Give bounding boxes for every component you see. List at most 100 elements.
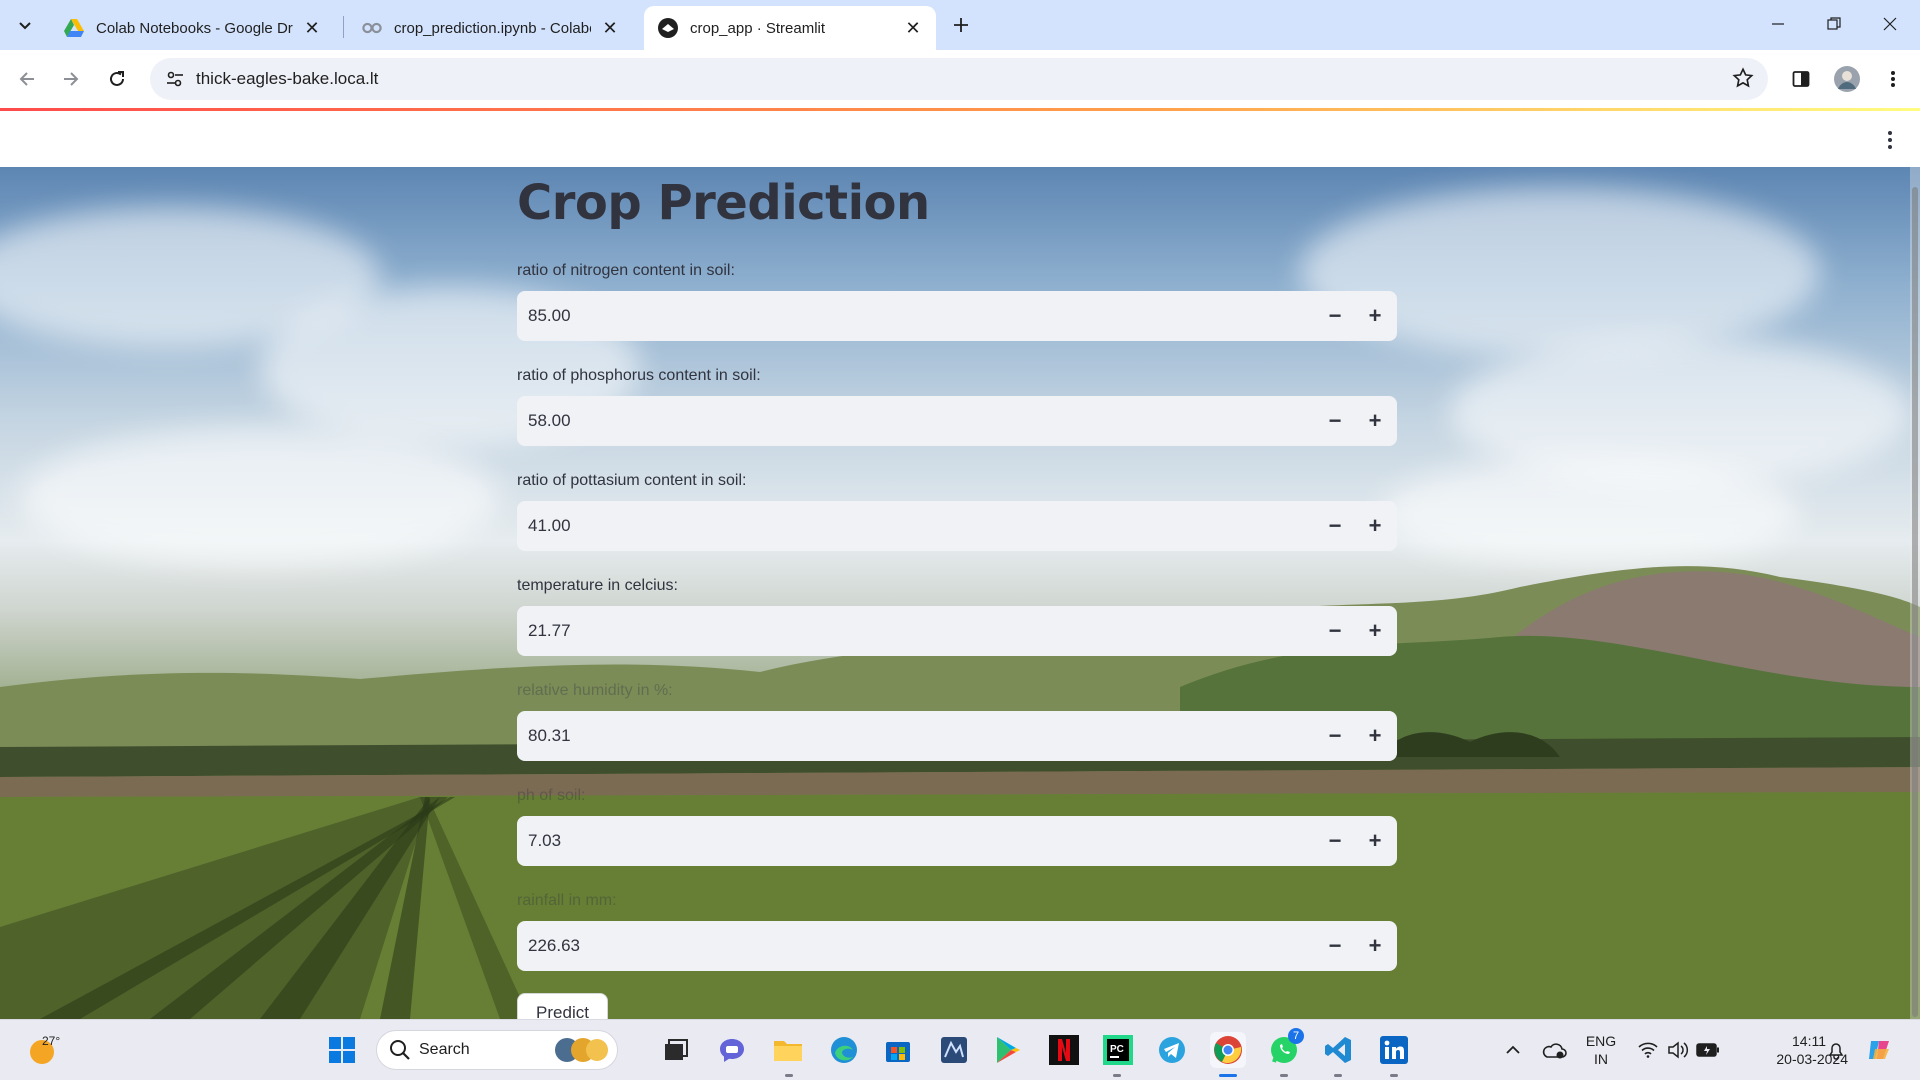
browser-menu-button[interactable] bbox=[1874, 60, 1912, 98]
vscode-button[interactable] bbox=[1320, 1032, 1356, 1068]
ph-decrement-button[interactable]: − bbox=[1315, 816, 1355, 866]
temperature-value[interactable]: 21.77 bbox=[517, 621, 1315, 641]
nitrogen-label: ratio of nitrogen content in soil: bbox=[517, 262, 735, 279]
rainfall-decrement-button[interactable]: − bbox=[1315, 921, 1355, 971]
restore-button[interactable] bbox=[1806, 0, 1862, 48]
back-button[interactable] bbox=[8, 60, 46, 98]
close-window-button[interactable] bbox=[1862, 0, 1918, 48]
google-play-button[interactable] bbox=[990, 1032, 1026, 1068]
running-indicator bbox=[785, 1074, 793, 1077]
search-placeholder: Search bbox=[419, 1041, 470, 1058]
edge-button[interactable] bbox=[826, 1032, 862, 1068]
weather-widget[interactable]: 27° bbox=[26, 1032, 62, 1068]
site-info-icon[interactable] bbox=[154, 71, 196, 87]
phosphorus-label: ratio of phosphorus content in soil: bbox=[517, 367, 761, 384]
profile-avatar[interactable] bbox=[1828, 60, 1866, 98]
close-tab-icon[interactable]: ✕ bbox=[301, 17, 323, 39]
language-code: ENG bbox=[1585, 1033, 1617, 1049]
netflix-button[interactable] bbox=[1046, 1032, 1082, 1068]
bookmark-star-icon[interactable] bbox=[1732, 67, 1754, 94]
bell-snooze-icon bbox=[1828, 1043, 1844, 1060]
search-highlight-icon bbox=[555, 1038, 608, 1062]
region-code: IN bbox=[1594, 1051, 1608, 1067]
scrollbar-thumb[interactable] bbox=[1912, 187, 1918, 1017]
forward-button[interactable] bbox=[52, 60, 90, 98]
humidity-increment-button[interactable]: + bbox=[1355, 711, 1395, 761]
chrome-button[interactable] bbox=[1210, 1032, 1246, 1068]
edge-icon bbox=[831, 1037, 857, 1063]
pycharm-button[interactable]: PC bbox=[1100, 1032, 1136, 1068]
telegram-icon bbox=[1159, 1037, 1185, 1063]
active-app-indicator bbox=[1219, 1074, 1237, 1077]
task-view-button[interactable] bbox=[658, 1032, 694, 1068]
humidity-decrement-button[interactable]: − bbox=[1315, 711, 1355, 761]
copilot-button[interactable] bbox=[1862, 1032, 1898, 1068]
start-button[interactable] bbox=[324, 1032, 360, 1068]
taskbar-search[interactable]: Search bbox=[376, 1030, 618, 1070]
task-view-icon bbox=[665, 1039, 688, 1060]
running-indicator bbox=[1113, 1074, 1121, 1077]
show-hidden-icons-button[interactable] bbox=[1495, 1032, 1531, 1068]
ph-increment-button[interactable]: + bbox=[1355, 816, 1395, 866]
rainfall-value[interactable]: 226.63 bbox=[517, 936, 1315, 956]
phosphorus-increment-button[interactable]: + bbox=[1355, 396, 1395, 446]
restore-icon bbox=[1827, 17, 1841, 30]
google-play-icon bbox=[997, 1037, 1020, 1063]
minimize-button[interactable] bbox=[1750, 0, 1806, 48]
minimize-icon bbox=[1772, 23, 1784, 25]
reload-button[interactable] bbox=[98, 60, 136, 98]
new-tab-button[interactable] bbox=[944, 10, 978, 40]
tab-streamlit[interactable]: crop_app · Streamlit ✕ bbox=[644, 6, 936, 50]
potassium-decrement-button[interactable]: − bbox=[1315, 501, 1355, 551]
tab-google-drive[interactable]: Colab Notebooks - Google Drive ✕ bbox=[50, 6, 335, 50]
url-text: thick-eagles-bake.loca.lt bbox=[196, 69, 379, 88]
linkedin-button[interactable] bbox=[1376, 1032, 1412, 1068]
tab-title: crop_prediction.ipynb - Colaboratory bbox=[394, 19, 591, 37]
notifications-button[interactable] bbox=[1818, 1032, 1854, 1068]
whatsapp-button[interactable]: 7 bbox=[1266, 1028, 1304, 1068]
rainfall-increment-button[interactable]: + bbox=[1355, 921, 1395, 971]
phosphorus-value[interactable]: 58.00 bbox=[517, 411, 1315, 431]
google-drive-icon bbox=[64, 18, 84, 38]
ph-value[interactable]: 7.03 bbox=[517, 831, 1315, 851]
battery-status[interactable] bbox=[1690, 1032, 1726, 1068]
phosphorus-decrement-button[interactable]: − bbox=[1315, 396, 1355, 446]
close-tab-icon[interactable]: ✕ bbox=[599, 17, 621, 39]
onedrive-button[interactable] bbox=[1536, 1032, 1572, 1068]
onedrive-cloud-icon bbox=[1542, 1043, 1567, 1059]
temperature-decrement-button[interactable]: − bbox=[1315, 606, 1355, 656]
nitrogen-increment-button[interactable]: + bbox=[1355, 291, 1395, 341]
teams-chat-button[interactable] bbox=[714, 1032, 750, 1068]
close-icon bbox=[1883, 17, 1897, 31]
file-explorer-button[interactable] bbox=[770, 1032, 806, 1068]
language-indicator[interactable]: ENG IN bbox=[1580, 1032, 1622, 1068]
nitrogen-value[interactable]: 85.00 bbox=[517, 306, 1315, 326]
rainfall-input: 226.63 − + bbox=[517, 921, 1397, 971]
telegram-button[interactable] bbox=[1154, 1032, 1190, 1068]
microsoft-store-button[interactable] bbox=[880, 1032, 916, 1068]
windows-logo-icon bbox=[329, 1037, 355, 1063]
page-title: Crop Prediction bbox=[517, 175, 930, 231]
more-vertical-icon bbox=[1891, 71, 1895, 87]
close-tab-icon[interactable]: ✕ bbox=[902, 17, 924, 39]
arrow-left-icon bbox=[19, 72, 34, 86]
potassium-increment-button[interactable]: + bbox=[1355, 501, 1395, 551]
rainfall-label: rainfall in mm: bbox=[517, 892, 617, 909]
temperature-input: 21.77 − + bbox=[517, 606, 1397, 656]
tab-colab[interactable]: crop_prediction.ipynb - Colaboratory ✕ bbox=[348, 6, 633, 50]
humidity-value[interactable]: 80.31 bbox=[517, 726, 1315, 746]
address-bar[interactable]: thick-eagles-bake.loca.lt bbox=[150, 58, 1768, 100]
humidity-input: 80.31 − + bbox=[517, 711, 1397, 761]
menu-dot bbox=[1888, 138, 1892, 142]
tab-search-button[interactable] bbox=[8, 8, 42, 42]
side-panel-button[interactable] bbox=[1782, 60, 1820, 98]
page-scrollbar[interactable] bbox=[1910, 167, 1920, 1019]
chevron-down-icon bbox=[19, 22, 31, 30]
running-indicator bbox=[1334, 1074, 1342, 1077]
arrow-right-icon bbox=[64, 72, 79, 86]
potassium-value[interactable]: 41.00 bbox=[517, 516, 1315, 536]
ssms-button[interactable] bbox=[936, 1032, 972, 1068]
temperature-increment-button[interactable]: + bbox=[1355, 606, 1395, 656]
nitrogen-decrement-button[interactable]: − bbox=[1315, 291, 1355, 341]
main-menu-button[interactable] bbox=[1878, 127, 1902, 153]
